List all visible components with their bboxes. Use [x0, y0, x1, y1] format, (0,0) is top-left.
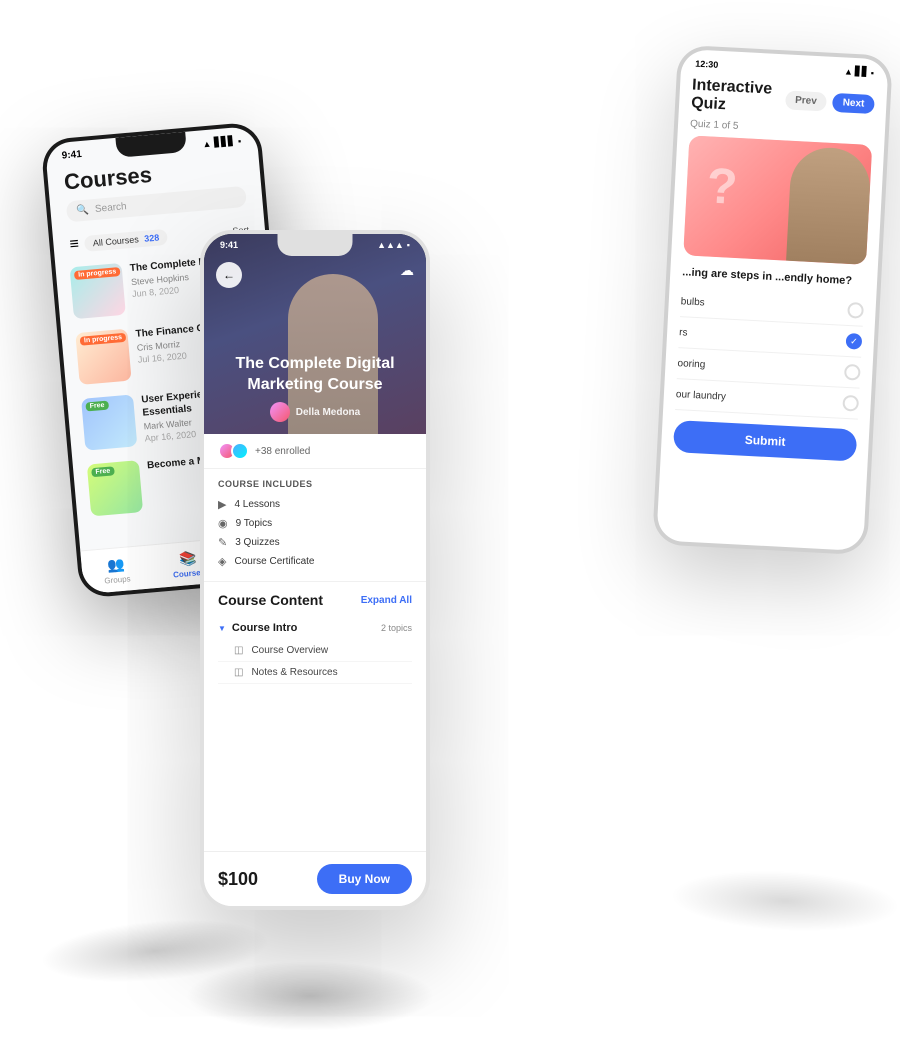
expand-all-button[interactable]: Expand All [361, 595, 412, 606]
shadow-mid [185, 961, 435, 1031]
quizzes-icon: ✎ [218, 536, 227, 549]
lesson-item-2[interactable]: ◫ Notes & Resources [218, 662, 412, 684]
course-hero: ← ☁ 9:41 ▲▲▲ ▪ The Complete Digital Mark… [204, 234, 426, 434]
enrolled-avatars [218, 442, 249, 460]
content-header: Course Content Expand All [218, 592, 412, 608]
quiz-nav-buttons: Prev Next [785, 90, 875, 114]
section-topics: 2 topics [381, 623, 412, 633]
back-button[interactable]: ← [216, 262, 242, 288]
lesson-icon-2: ◫ [234, 667, 243, 678]
time-left: 9:41 [61, 149, 82, 162]
battery-right: ▪ [871, 67, 875, 77]
course-thumb-3: Free [81, 394, 137, 450]
status-icons-mid: ▲▲▲ ▪ [377, 240, 410, 250]
enrolled-text: +38 enrolled [255, 446, 310, 457]
quiz-image: ? [683, 135, 872, 264]
battery-icon: ▪ [238, 135, 242, 145]
progress-badge-1: In progress [74, 267, 121, 280]
course-thumb-4: Free [87, 460, 143, 516]
option-radio-4[interactable] [842, 395, 859, 412]
phone-mid: ← ☁ 9:41 ▲▲▲ ▪ The Complete Digital Mark… [200, 230, 430, 910]
signal-mid: ▲▲▲ [377, 240, 404, 250]
section-arrow-icon: ▼ [218, 624, 226, 633]
certificate-icon: ◈ [218, 555, 226, 568]
includes-title: COURSE INCLUDES [218, 479, 412, 489]
status-icons-left: ▲ ▋▋▋ ▪ [202, 135, 242, 149]
include-lessons: ▶ 4 Lessons [218, 495, 412, 514]
section-name: Course Intro [232, 622, 297, 634]
quiz-title: Interactive Quiz [691, 77, 786, 118]
quiz-person [786, 146, 872, 265]
phone-right: 12:30 ▲ ▋▋ ▪ Interactive Quiz Prev Next … [652, 45, 893, 556]
include-quizzes: ✎ 3 Quizzes [218, 533, 412, 552]
option-text-2: rs [679, 327, 688, 338]
hero-content: The Complete Digital Marketing Course De… [216, 354, 414, 422]
lesson-icon-1: ◫ [234, 645, 243, 656]
price-label: $100 [218, 869, 258, 890]
search-icon: 🔍 [76, 205, 89, 217]
shadow-right [669, 865, 900, 937]
include-topics: ◉ 9 Topics [218, 514, 412, 533]
option-radio-3[interactable] [844, 364, 861, 381]
notch-mid [278, 234, 353, 256]
all-courses-badge[interactable]: All Courses 328 [84, 229, 168, 252]
author-avatar [270, 402, 290, 422]
certificate-text: Course Certificate [234, 556, 314, 567]
time-right: 12:30 [695, 58, 719, 69]
course-thumb-1: In progress [70, 263, 126, 319]
course-intro-section: ▼ Course Intro 2 topics ◫ Course Overvie… [218, 616, 412, 684]
enrolled-avatar-2 [231, 442, 249, 460]
option-text-4: our laundry [676, 389, 727, 403]
lesson-name-1: Course Overview [251, 645, 328, 656]
free-badge-3: Free [85, 401, 108, 412]
wifi-icon: ▲ [202, 138, 212, 149]
author-name: Della Medona [296, 407, 360, 418]
battery-mid: ▪ [407, 240, 410, 250]
progress-badge-2: In progress [80, 333, 127, 346]
prev-button[interactable]: Prev [785, 90, 828, 111]
bottom-buy-bar: $100 Buy Now [204, 851, 426, 906]
next-button[interactable]: Next [832, 92, 875, 113]
lesson-name-2: Notes & Resources [251, 667, 337, 678]
free-badge-4: Free [91, 466, 114, 477]
course-content-section: Course Content Expand All ▼ Course Intro… [204, 582, 426, 700]
course-thumb-2: In progress [75, 329, 131, 385]
hero-title: The Complete Digital Marketing Course [216, 354, 414, 396]
quizzes-text: 3 Quizzes [235, 537, 279, 548]
section-header[interactable]: ▼ Course Intro 2 topics [218, 616, 412, 640]
nav-groups-label: Groups [104, 574, 131, 585]
status-icons-right: ▲ ▋▋ ▪ [844, 65, 875, 78]
include-certificate: ◈ Course Certificate [218, 552, 412, 571]
lessons-icon: ▶ [218, 498, 226, 511]
nav-groups[interactable]: 👥 Groups [102, 555, 131, 585]
search-placeholder: Search [95, 201, 128, 215]
topics-text: 9 Topics [236, 518, 273, 529]
signal-right: ▋▋ [855, 66, 869, 78]
topics-icon: ◉ [218, 517, 228, 530]
lesson-item-1[interactable]: ◫ Course Overview [218, 640, 412, 662]
option-text-3: ooring [677, 358, 705, 370]
cloud-icon[interactable]: ☁ [400, 262, 414, 279]
content-title: Course Content [218, 592, 323, 608]
filter-icon: ≡ [69, 236, 80, 255]
quiz-options: bulbs rs ooring our laundry [663, 286, 876, 421]
section-left: ▼ Course Intro [218, 622, 297, 634]
enrolled-row: +38 enrolled [204, 434, 426, 469]
buy-now-button[interactable]: Buy Now [317, 864, 412, 894]
course-includes: COURSE INCLUDES ▶ 4 Lessons ◉ 9 Topics ✎… [204, 469, 426, 582]
question-mark-icon: ? [705, 156, 739, 216]
courses-icon: 📚 [178, 549, 197, 567]
signal-icon: ▋▋▋ [214, 136, 236, 149]
hero-author: Della Medona [216, 402, 414, 422]
lessons-text: 4 Lessons [234, 499, 280, 510]
option-radio-1[interactable] [847, 302, 864, 319]
option-text-1: bulbs [681, 296, 705, 308]
option-radio-2[interactable] [846, 333, 863, 350]
groups-icon: 👥 [107, 555, 126, 573]
app-scene: 9:41 ▲ ▋▋▋ ▪ Courses 🔍 Search ≡ All Cour… [0, 0, 900, 1061]
wifi-right: ▲ [844, 66, 853, 76]
submit-button[interactable]: Submit [673, 420, 857, 462]
time-mid: 9:41 [220, 240, 238, 250]
